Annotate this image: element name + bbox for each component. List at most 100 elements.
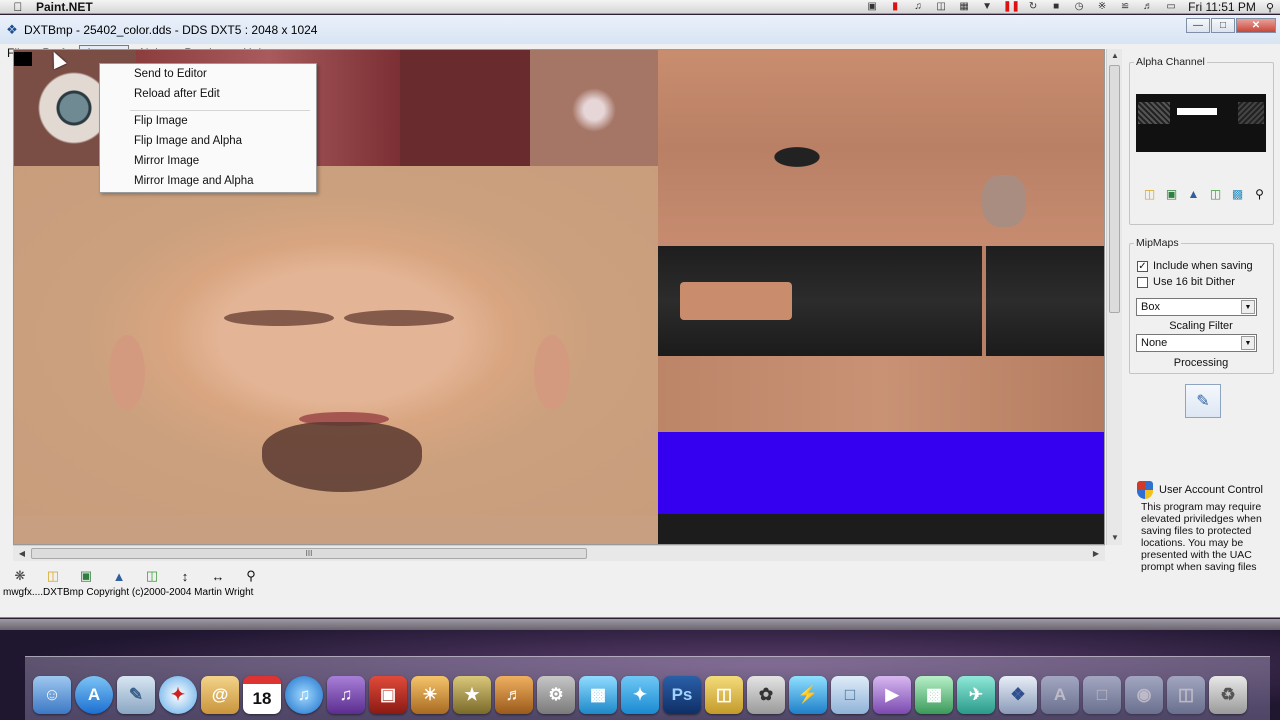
spotlight-icon[interactable]: ⚲	[1266, 1, 1274, 14]
calendar-icon[interactable]: 18	[243, 676, 281, 714]
photo-booth-icon[interactable]: ▣	[369, 676, 407, 714]
time-machine-icon[interactable]: ◷	[1072, 2, 1086, 12]
process-button[interactable]: ✎	[1185, 384, 1221, 418]
scroll-up-icon[interactable]: ▲	[1107, 49, 1123, 63]
trash-icon[interactable]: ♻	[1209, 676, 1247, 714]
open-folder-icon[interactable]: ◫	[41, 566, 65, 586]
app-store-icon[interactable]: A	[75, 676, 113, 714]
audio-icon[interactable]: ♫	[911, 2, 925, 12]
camera-icon[interactable]: ▣	[865, 2, 879, 12]
include-when-saving-checkbox[interactable]: ✓ Include when saving	[1137, 260, 1253, 272]
vertical-scroll-thumb[interactable]	[1109, 65, 1120, 313]
uac-title-row: User Account Control	[1137, 481, 1263, 499]
chevron-down-icon[interactable]: ▼	[1241, 300, 1255, 314]
dxtbmp-app-icon[interactable]: ❖	[4, 22, 20, 38]
mirror-horizontal-icon[interactable]: ↔	[206, 566, 230, 586]
alpha-save-icon[interactable]: ▣	[1162, 185, 1181, 203]
cube-icon[interactable]: □	[831, 676, 869, 714]
alpha-zoom-icon[interactable]: ⚲	[1250, 185, 1269, 203]
volume-icon[interactable]: ♬	[1141, 2, 1155, 12]
dxtbmp-dock-icon[interactable]: ❖	[999, 676, 1037, 714]
photoshop-icon[interactable]: Ps	[663, 676, 701, 714]
alpha-preview-noise-right	[1238, 102, 1264, 124]
scroll-left-icon[interactable]: ◀	[15, 546, 29, 562]
vertical-scrollbar[interactable]: ▲ ▼	[1106, 49, 1122, 545]
scaling-filter-select[interactable]: Box ▼	[1136, 298, 1257, 316]
system-preferences-icon[interactable]: ⚙	[537, 676, 575, 714]
airplane-app-icon[interactable]: ✈	[957, 676, 995, 714]
inkscape-icon[interactable]: ✿	[747, 676, 785, 714]
alpha-export-icon[interactable]: ▲	[1184, 185, 1203, 203]
mac-app-name[interactable]: Paint.NET	[36, 0, 93, 14]
display-icon[interactable]: ■	[1049, 2, 1063, 12]
bluetooth-icon[interactable]: ※	[1095, 2, 1109, 12]
menu-flip-image-and-alpha[interactable]: Flip Image and Alpha	[134, 135, 242, 147]
apple-icon[interactable]: 	[0, 0, 36, 14]
iphoto-icon[interactable]: ☀	[411, 676, 449, 714]
use-16bit-dither-box[interactable]	[1137, 276, 1148, 288]
pause-icon[interactable]: ❚❚	[1003, 2, 1020, 12]
scaling-filter-value: Box	[1141, 301, 1160, 313]
menu-mirror-image[interactable]: Mirror Image	[134, 155, 199, 167]
crop-icon[interactable]: ▦	[957, 2, 971, 12]
home-stack-icon[interactable]: ◫	[1167, 676, 1205, 714]
video-editor-icon[interactable]: ▶	[873, 676, 911, 714]
alpha-open-icon[interactable]: ◫	[1140, 185, 1159, 203]
minimize-button[interactable]: —	[1186, 18, 1210, 33]
wifi-icon[interactable]: ≌	[1118, 2, 1132, 12]
twitter-icon[interactable]: ✦	[621, 676, 659, 714]
lightning-icon[interactable]: ⚡	[789, 676, 827, 714]
preview-icon[interactable]: ✎	[117, 676, 155, 714]
battery-icon[interactable]: ▭	[1164, 2, 1178, 12]
load-folder-icon[interactable]: ◫	[140, 566, 164, 586]
menu-send-to-editor[interactable]: Send to Editor	[134, 68, 207, 80]
horizontal-scroll-thumb[interactable]: III	[31, 548, 587, 559]
alpha-load-icon[interactable]: ◫	[1206, 185, 1225, 203]
texture-leg-tile	[658, 356, 1104, 432]
dropdown-icon[interactable]: ▼	[980, 2, 994, 12]
processing-select[interactable]: None ▼	[1136, 334, 1257, 352]
mail-icon[interactable]: @	[201, 676, 239, 714]
bottom-toolbar: ❋ ◫ ▣ ▲ ◫ ↕ ↔ ⚲	[8, 566, 263, 588]
texture-skin-tile	[530, 50, 658, 166]
itunes-icon[interactable]: ♫	[285, 676, 323, 714]
downloads-stack-icon[interactable]: ◉	[1125, 676, 1163, 714]
clock[interactable]: Fri 11:51 PM	[1188, 0, 1256, 14]
scroll-down-icon[interactable]: ▼	[1107, 531, 1123, 545]
use-16bit-dither-label: Use 16 bit Dither	[1153, 276, 1235, 288]
itunes-visualizer-icon[interactable]: ♫	[327, 676, 365, 714]
export-image-icon[interactable]: ▲	[107, 566, 131, 586]
zoom-icon[interactable]: ⚲	[239, 566, 263, 586]
window-title: DXTBmp - 25402_color.dds - DDS DXT5 : 20…	[24, 22, 318, 37]
finder-icon[interactable]: ☺	[33, 676, 71, 714]
scroll-right-icon[interactable]: ▶	[1089, 546, 1103, 562]
documents-stack-icon[interactable]: □	[1083, 676, 1121, 714]
garageband-icon[interactable]: ♬	[495, 676, 533, 714]
save-image-icon[interactable]: ▣	[74, 566, 98, 586]
chevron-down-icon[interactable]: ▼	[1241, 336, 1255, 350]
remote-desktop-icon[interactable]: ▩	[579, 676, 617, 714]
menu-flip-image[interactable]: Flip Image	[134, 115, 188, 127]
alpha-channel-preview[interactable]	[1136, 94, 1266, 152]
use-16bit-dither-checkbox[interactable]: Use 16 bit Dither	[1137, 276, 1235, 288]
folder-icon[interactable]: ◫	[705, 676, 743, 714]
title-bar[interactable]: ❖ DXTBmp - 25402_color.dds - DDS DXT5 : …	[0, 15, 1280, 44]
flip-vertical-icon[interactable]: ↕	[173, 566, 197, 586]
close-button[interactable]: ✕	[1236, 18, 1276, 33]
settings-wheel-icon[interactable]: ❋	[8, 566, 32, 586]
sync-icon[interactable]: ↻	[1026, 2, 1040, 12]
menu-mirror-image-and-alpha[interactable]: Mirror Image and Alpha	[134, 175, 254, 187]
maximize-button[interactable]: □	[1211, 18, 1235, 33]
menu-reload-after-edit[interactable]: Reload after Edit	[134, 88, 220, 100]
imovie-icon[interactable]: ★	[453, 676, 491, 714]
applications-stack-icon[interactable]: A	[1041, 676, 1079, 714]
safari-icon[interactable]: ✦	[159, 676, 197, 714]
status-bar-text: mwgfx....DXTBmp Copyright (c)2000-2004 M…	[3, 587, 254, 598]
alpha-view-icon[interactable]: ▩	[1228, 185, 1247, 203]
include-when-saving-box[interactable]: ✓	[1137, 260, 1148, 272]
window-icon[interactable]: ◫	[934, 2, 948, 12]
battery-red-icon[interactable]: ▮	[888, 2, 902, 12]
horizontal-scrollbar[interactable]: ◀ III ▶	[13, 545, 1105, 561]
screen-sharing-icon[interactable]: ▩	[915, 676, 953, 714]
image-menu-dropdown: Send to Editor Reload after Edit Flip Im…	[99, 63, 317, 193]
